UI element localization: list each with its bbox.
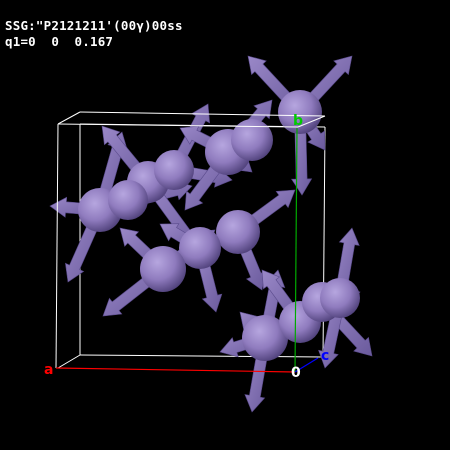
atom-4 bbox=[108, 180, 148, 220]
a-axis-label: a bbox=[44, 362, 54, 378]
structure-viewport[interactable] bbox=[0, 0, 450, 450]
atom-8 bbox=[216, 210, 260, 254]
atom-3 bbox=[154, 150, 194, 190]
atom-6 bbox=[231, 119, 273, 161]
origin-label: 0 bbox=[291, 365, 301, 381]
atom-9 bbox=[179, 227, 221, 269]
c-axis-label: c bbox=[321, 348, 330, 364]
b-axis-label: b bbox=[293, 113, 304, 129]
atom-10 bbox=[140, 246, 186, 292]
atom-14 bbox=[320, 278, 360, 318]
